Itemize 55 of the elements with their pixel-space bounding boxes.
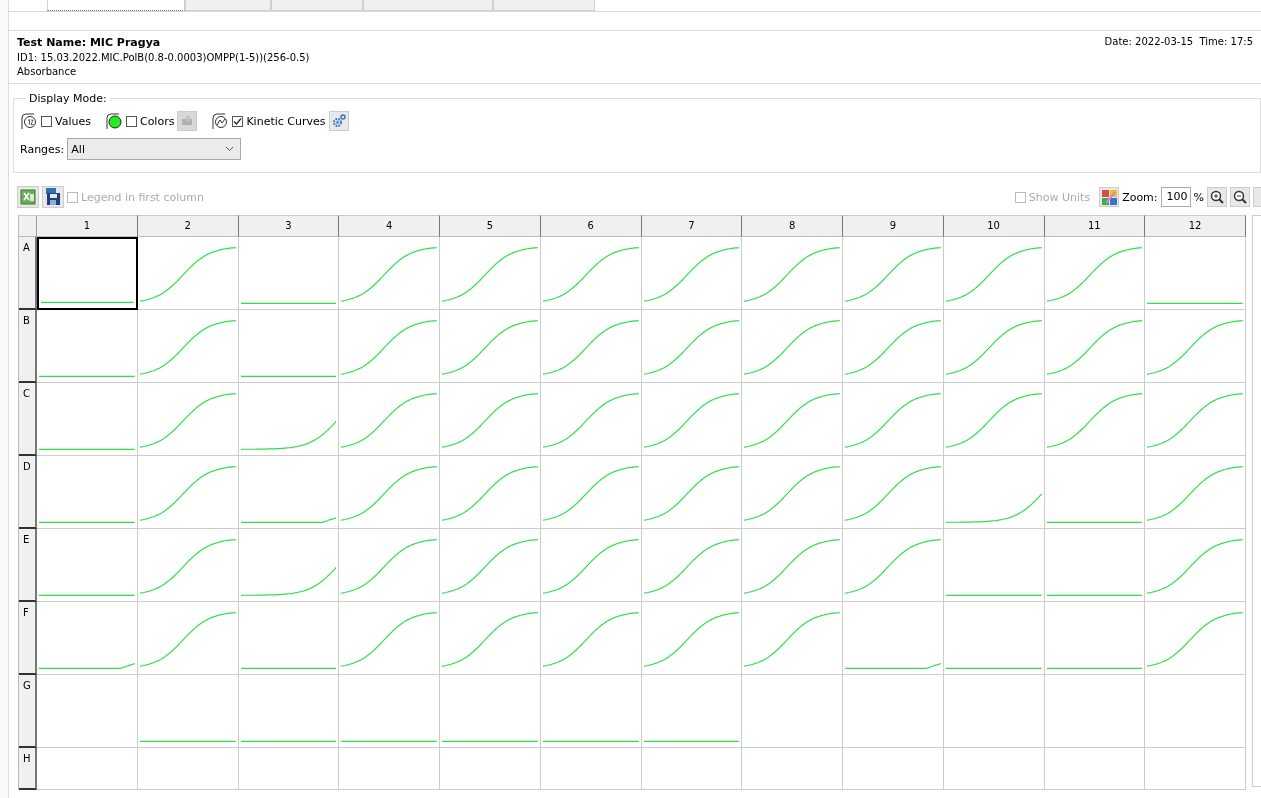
column-header: 2	[137, 215, 239, 237]
column-header: 1	[37, 215, 138, 237]
scrollbar[interactable]	[1252, 215, 1261, 787]
zoom-field[interactable]: 100	[1160, 187, 1191, 207]
tab[interactable]	[47, 0, 185, 11]
plate-well-circle-icon	[104, 112, 123, 130]
column-header: 10	[943, 215, 1045, 237]
legend-label: Legend in first column	[81, 190, 204, 204]
option-label: Kinetic Curves	[246, 114, 326, 128]
column-header: 3	[238, 215, 340, 237]
bars-icon	[181, 116, 194, 126]
column-header: 12	[1145, 215, 1246, 237]
row-header: F	[19, 602, 37, 675]
sample-id: ID1: 15.03.2022.MIC.PolB(0.8-0.0003)OMPP(1-5))(256-0.5)	[17, 52, 310, 63]
zoom-in-button[interactable]	[1207, 187, 1227, 207]
row-header: D	[19, 456, 37, 529]
checkbox[interactable]	[125, 115, 137, 127]
column-header: 6	[540, 215, 642, 237]
panel-title: Display Mode:	[26, 92, 110, 105]
color-palette-button[interactable]	[1099, 187, 1120, 207]
measurement-type: Absorbance	[17, 66, 78, 77]
excel-export-button[interactable]	[17, 186, 39, 208]
checkbox[interactable]	[41, 115, 52, 127]
column-header: 8	[742, 215, 843, 237]
gear-icon	[331, 114, 346, 128]
chevron-down-icon	[225, 146, 235, 152]
zoom-label: Zoom:	[1122, 190, 1158, 204]
test-name: Test Name: MIC Pragya	[17, 36, 162, 49]
row-header: E	[19, 529, 37, 602]
ranges-label: Ranges:	[20, 142, 65, 156]
column-header: 11	[1044, 215, 1146, 237]
color-settings-button[interactable]	[177, 111, 198, 131]
column-header: 4	[339, 215, 440, 237]
row-header: C	[19, 383, 37, 456]
column-header: 7	[641, 215, 743, 237]
grid-corner	[19, 215, 37, 237]
percent-sign: %	[1193, 190, 1204, 204]
plate-curve-well-icon	[211, 112, 230, 130]
ranges-dropdown[interactable]: All	[67, 138, 242, 160]
zoom-out-button[interactable]	[1230, 187, 1250, 207]
csv-save-button[interactable]	[42, 186, 64, 208]
option-label: Colors	[139, 114, 175, 128]
checkbox[interactable]	[232, 115, 244, 127]
plate-well-number-icon	[20, 112, 38, 130]
column-header: 5	[440, 215, 541, 237]
row-header: A	[19, 237, 37, 310]
option-label: Values	[55, 114, 91, 128]
show-units-label: Show Units	[1028, 190, 1091, 204]
well-cell[interactable]	[37, 237, 138, 310]
row-header: H	[19, 748, 37, 790]
column-header: 9	[843, 215, 944, 237]
row-header: B	[19, 310, 37, 383]
row-header: G	[19, 675, 37, 748]
date-time: Date: 2022-03-15 Time: 17:5	[1104, 36, 1253, 49]
settings-button[interactable]	[328, 111, 349, 131]
